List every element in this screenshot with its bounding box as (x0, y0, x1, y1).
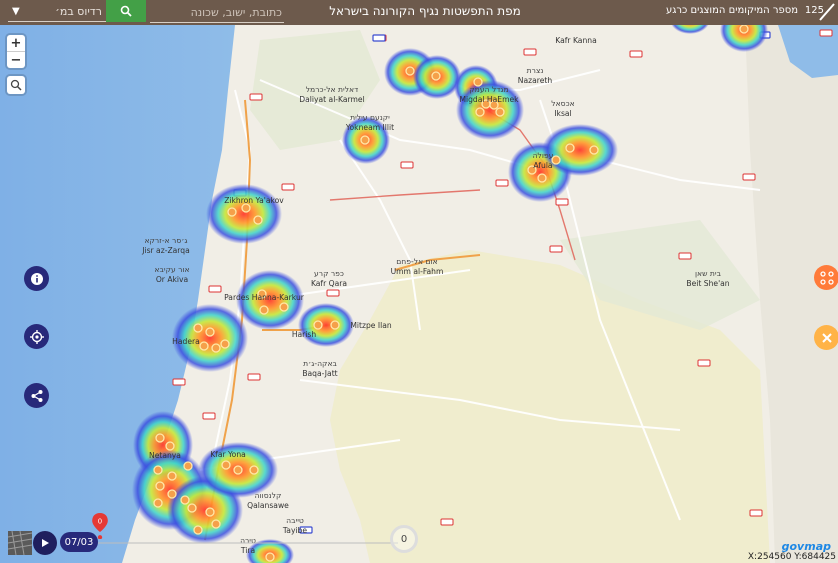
place-label: Afula (533, 161, 552, 170)
map-canvas[interactable]: נצרתNazareth Kafr Kanna מגדל העמקMigdal Ha… (0, 0, 838, 563)
place-label-he: טייבה (286, 516, 304, 525)
place-label: Hadera (172, 337, 200, 346)
place-label-he: דאלית אל-כרמל (306, 85, 359, 94)
radius-select[interactable]: ▼ רדיוס במ׳ (8, 2, 108, 22)
place-label: Tira (240, 546, 255, 555)
place-label: Pardes Hanna-Karkur (224, 293, 305, 302)
timeline-handle-label: 0 (98, 517, 102, 525)
page-title: מפת התפשטות נגיף הקורונה בישראל (329, 4, 521, 18)
timeline-handle[interactable]: 0 (90, 513, 110, 539)
zoom-control: + − (7, 35, 25, 68)
place-label: Kafr Qara (311, 279, 347, 288)
play-button[interactable] (33, 531, 57, 555)
place-label-he: ג׳סר א-זרקא (144, 236, 187, 245)
place-label: Netanya (149, 451, 181, 460)
place-label: Baqa-Jatt (302, 369, 337, 378)
place-label: Harish (292, 330, 317, 339)
place-label-he: כפר קרע (314, 269, 344, 278)
zoom-box-icon (10, 79, 22, 91)
layers-toggle-button[interactable] (814, 265, 838, 290)
place-label-he: מגדל העמק (469, 85, 508, 94)
place-label-he: עפולה (533, 151, 554, 160)
search-icon (120, 5, 132, 17)
place-label-he: אור עקיבא (154, 265, 189, 274)
place-label: Iksal (554, 109, 571, 118)
address-search-input[interactable] (150, 2, 284, 23)
place-label: Yokneam Illit (345, 123, 394, 132)
place-label: Umm al-Fahm (391, 267, 444, 276)
timeline-track[interactable] (98, 541, 398, 545)
place-label: Jisr az-Zarqa (141, 246, 190, 255)
place-label-he: נצרת (527, 66, 544, 75)
place-label: Mitzpe Ilan (350, 321, 392, 330)
place-label: Beit She'an (686, 279, 729, 288)
place-label-he: אכסאל (551, 99, 574, 108)
place-label: Daliyat al-Karmel (299, 95, 364, 104)
share-icon (31, 389, 42, 402)
place-label-he: קלנסווה (255, 491, 282, 500)
place-label: Qalansawe (247, 501, 289, 510)
play-icon (42, 539, 49, 547)
locate-me-button[interactable] (24, 324, 49, 349)
share-button[interactable] (24, 383, 49, 408)
crosshair-icon (29, 329, 44, 344)
chevron-down-icon: ▼ (12, 6, 20, 17)
place-label: Kafr Kanna (555, 36, 597, 45)
header-bar: ▼ רדיוס במ׳ מפת התפשטות נגיף הקורונה ביש… (0, 0, 838, 25)
basemap-thumbnail[interactable] (7, 530, 33, 556)
zoom-out-button[interactable]: − (7, 52, 25, 68)
zoom-to-extent-button[interactable] (7, 76, 25, 94)
search-button[interactable] (106, 0, 146, 22)
info-button[interactable] (24, 266, 49, 291)
loading-indicator: 0 (390, 525, 418, 553)
place-label: Or Akiva (156, 275, 188, 284)
place-label: Kfar Yona (210, 450, 246, 459)
location-count-label: מספר המיקומים המוצגים כרגע (665, 5, 798, 16)
place-label-he: באקה-ג׳ת (303, 359, 337, 368)
satellite-thumbnail-icon (7, 530, 33, 556)
place-label-he: אום אל-פחם (396, 257, 437, 266)
place-label: Zikhron Ya'akov (224, 196, 284, 205)
place-label: Tayibe (282, 526, 307, 535)
close-panel-button[interactable] (814, 325, 838, 350)
place-label: Nazareth (518, 76, 553, 85)
zoom-in-button[interactable]: + (7, 35, 25, 51)
place-label: Migdal HaEmek (459, 95, 519, 104)
info-icon (30, 272, 43, 285)
collapse-corner-icon[interactable] (816, 0, 838, 24)
close-icon (821, 332, 832, 343)
place-label-he: יקנעם עילית (350, 113, 390, 122)
radius-select-value: רדיוס במ׳ (55, 5, 102, 18)
route-icon (819, 270, 834, 285)
place-label-he: בית שאן (695, 269, 722, 278)
coordinates-readout: X:254560 Y:684425 (747, 552, 836, 562)
